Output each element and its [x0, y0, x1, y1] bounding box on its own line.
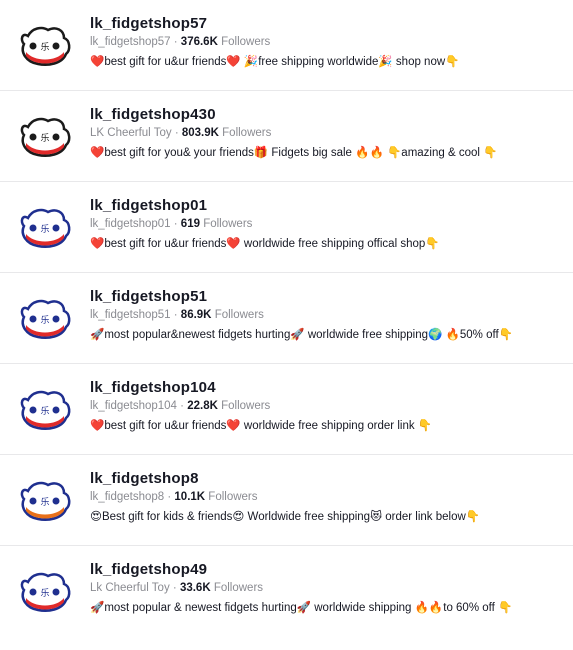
follower-count: 619 — [180, 218, 200, 230]
username[interactable]: lk_fidgetshop430 — [90, 105, 563, 124]
account-meta: lk_fidgetshop57 · 376.6K Followers — [90, 36, 271, 48]
svg-text:乐: 乐 — [40, 41, 49, 53]
follower-count: 803.9K — [181, 127, 219, 139]
username[interactable]: lk_fidgetshop8 — [90, 469, 563, 488]
svg-text:乐: 乐 — [40, 314, 49, 326]
avatar[interactable]: 乐 — [18, 295, 72, 341]
account-meta: LK Cheerful Toy · 803.9K Followers — [90, 127, 272, 139]
avatar[interactable]: 乐 — [18, 386, 72, 432]
nickname: lk_fidgetshop51 — [90, 309, 171, 321]
bio: 😍Best gift for kids & friends😍 Worldwide… — [90, 511, 481, 523]
bio: ❤️best gift for u&ur friends❤️ worldwide… — [90, 420, 433, 432]
account-row[interactable]: 乐 lk_fidgetshop57 lk_fidgetshop57 · 376.… — [0, 0, 573, 91]
nickname: lk_fidgetshop57 — [90, 36, 171, 48]
account-row[interactable]: 乐 lk_fidgetshop430 LK Cheerful Toy · 803… — [0, 91, 573, 182]
account-info: lk_fidgetshop51 lk_fidgetshop51 · 86.9K … — [90, 287, 563, 344]
account-row[interactable]: 乐 lk_fidgetshop01 lk_fidgetshop01 · 619 … — [0, 182, 573, 273]
account-info: lk_fidgetshop8 lk_fidgetshop8 · 10.1K Fo… — [90, 469, 563, 526]
bio: ❤️best gift for you& your friends🎁 Fidge… — [90, 147, 498, 159]
nickname: LK Cheerful Toy — [90, 127, 172, 139]
follower-count: 86.9K — [180, 309, 212, 321]
username[interactable]: lk_fidgetshop57 — [90, 14, 563, 33]
avatar[interactable]: 乐 — [18, 113, 72, 159]
svg-text:乐: 乐 — [40, 405, 49, 417]
username[interactable]: lk_fidgetshop51 — [90, 287, 563, 306]
followers-label: Followers — [214, 309, 264, 321]
followers-label: Followers — [203, 218, 253, 230]
bio: ❤️best gift for u&ur friends❤️ worldwide… — [90, 238, 440, 250]
bio: 🚀most popular & newest fidgets hurting🚀 … — [90, 602, 513, 614]
followers-label: Followers — [221, 36, 271, 48]
account-meta: lk_fidgetshop51 · 86.9K Followers — [90, 309, 264, 321]
account-meta: lk_fidgetshop8 · 10.1K Followers — [90, 491, 258, 503]
followers-label: Followers — [221, 400, 271, 412]
follower-count: 10.1K — [174, 491, 206, 503]
username[interactable]: lk_fidgetshop49 — [90, 560, 563, 579]
avatar[interactable]: 乐 — [18, 568, 72, 614]
avatar[interactable]: 乐 — [18, 204, 72, 250]
bio: 🚀most popular&newest fidgets hurting🚀 wo… — [90, 329, 513, 341]
account-info: lk_fidgetshop01 lk_fidgetshop01 · 619 Fo… — [90, 196, 563, 253]
nickname: lk_fidgetshop104 — [90, 400, 177, 412]
account-meta: Lk Cheerful Toy · 33.6K Followers — [90, 582, 264, 594]
follower-count: 33.6K — [179, 582, 211, 594]
account-row[interactable]: 乐 lk_fidgetshop8 lk_fidgetshop8 · 10.1K … — [0, 455, 573, 546]
account-meta: lk_fidgetshop104 · 22.8K Followers — [90, 400, 271, 412]
account-info: lk_fidgetshop430 LK Cheerful Toy · 803.9… — [90, 105, 563, 162]
account-row[interactable]: 乐 lk_fidgetshop51 lk_fidgetshop51 · 86.9… — [0, 273, 573, 364]
account-row[interactable]: 乐 lk_fidgetshop104 lk_fidgetshop104 · 22… — [0, 364, 573, 455]
followers-label: Followers — [213, 582, 264, 594]
username[interactable]: lk_fidgetshop104 — [90, 378, 563, 397]
followers-label: Followers — [208, 491, 258, 503]
account-info: lk_fidgetshop104 lk_fidgetshop104 · 22.8… — [90, 378, 563, 435]
svg-text:乐: 乐 — [40, 587, 49, 599]
avatar[interactable]: 乐 — [18, 477, 72, 523]
svg-text:乐: 乐 — [40, 223, 49, 235]
account-results-list: 乐 lk_fidgetshop57 lk_fidgetshop57 · 376.… — [0, 0, 573, 637]
nickname: lk_fidgetshop01 — [90, 218, 171, 230]
nickname: lk_fidgetshop8 — [90, 491, 165, 503]
account-info: lk_fidgetshop57 lk_fidgetshop57 · 376.6K… — [90, 14, 563, 71]
account-meta: lk_fidgetshop01 · 619 Followers — [90, 218, 253, 230]
username[interactable]: lk_fidgetshop01 — [90, 196, 563, 215]
account-row[interactable]: 乐 lk_fidgetshop49 Lk Cheerful Toy · 33.6… — [0, 546, 573, 637]
svg-text:乐: 乐 — [40, 132, 49, 144]
bio: ❤️best gift for u&ur friends❤️ 🎉free shi… — [90, 56, 460, 68]
followers-label: Followers — [222, 127, 272, 139]
follower-count: 376.6K — [180, 36, 218, 48]
avatar[interactable]: 乐 — [18, 22, 72, 68]
account-info: lk_fidgetshop49 Lk Cheerful Toy · 33.6K … — [90, 560, 563, 617]
nickname: Lk Cheerful Toy — [90, 582, 170, 594]
svg-text:乐: 乐 — [40, 496, 49, 508]
follower-count: 22.8K — [187, 400, 218, 412]
